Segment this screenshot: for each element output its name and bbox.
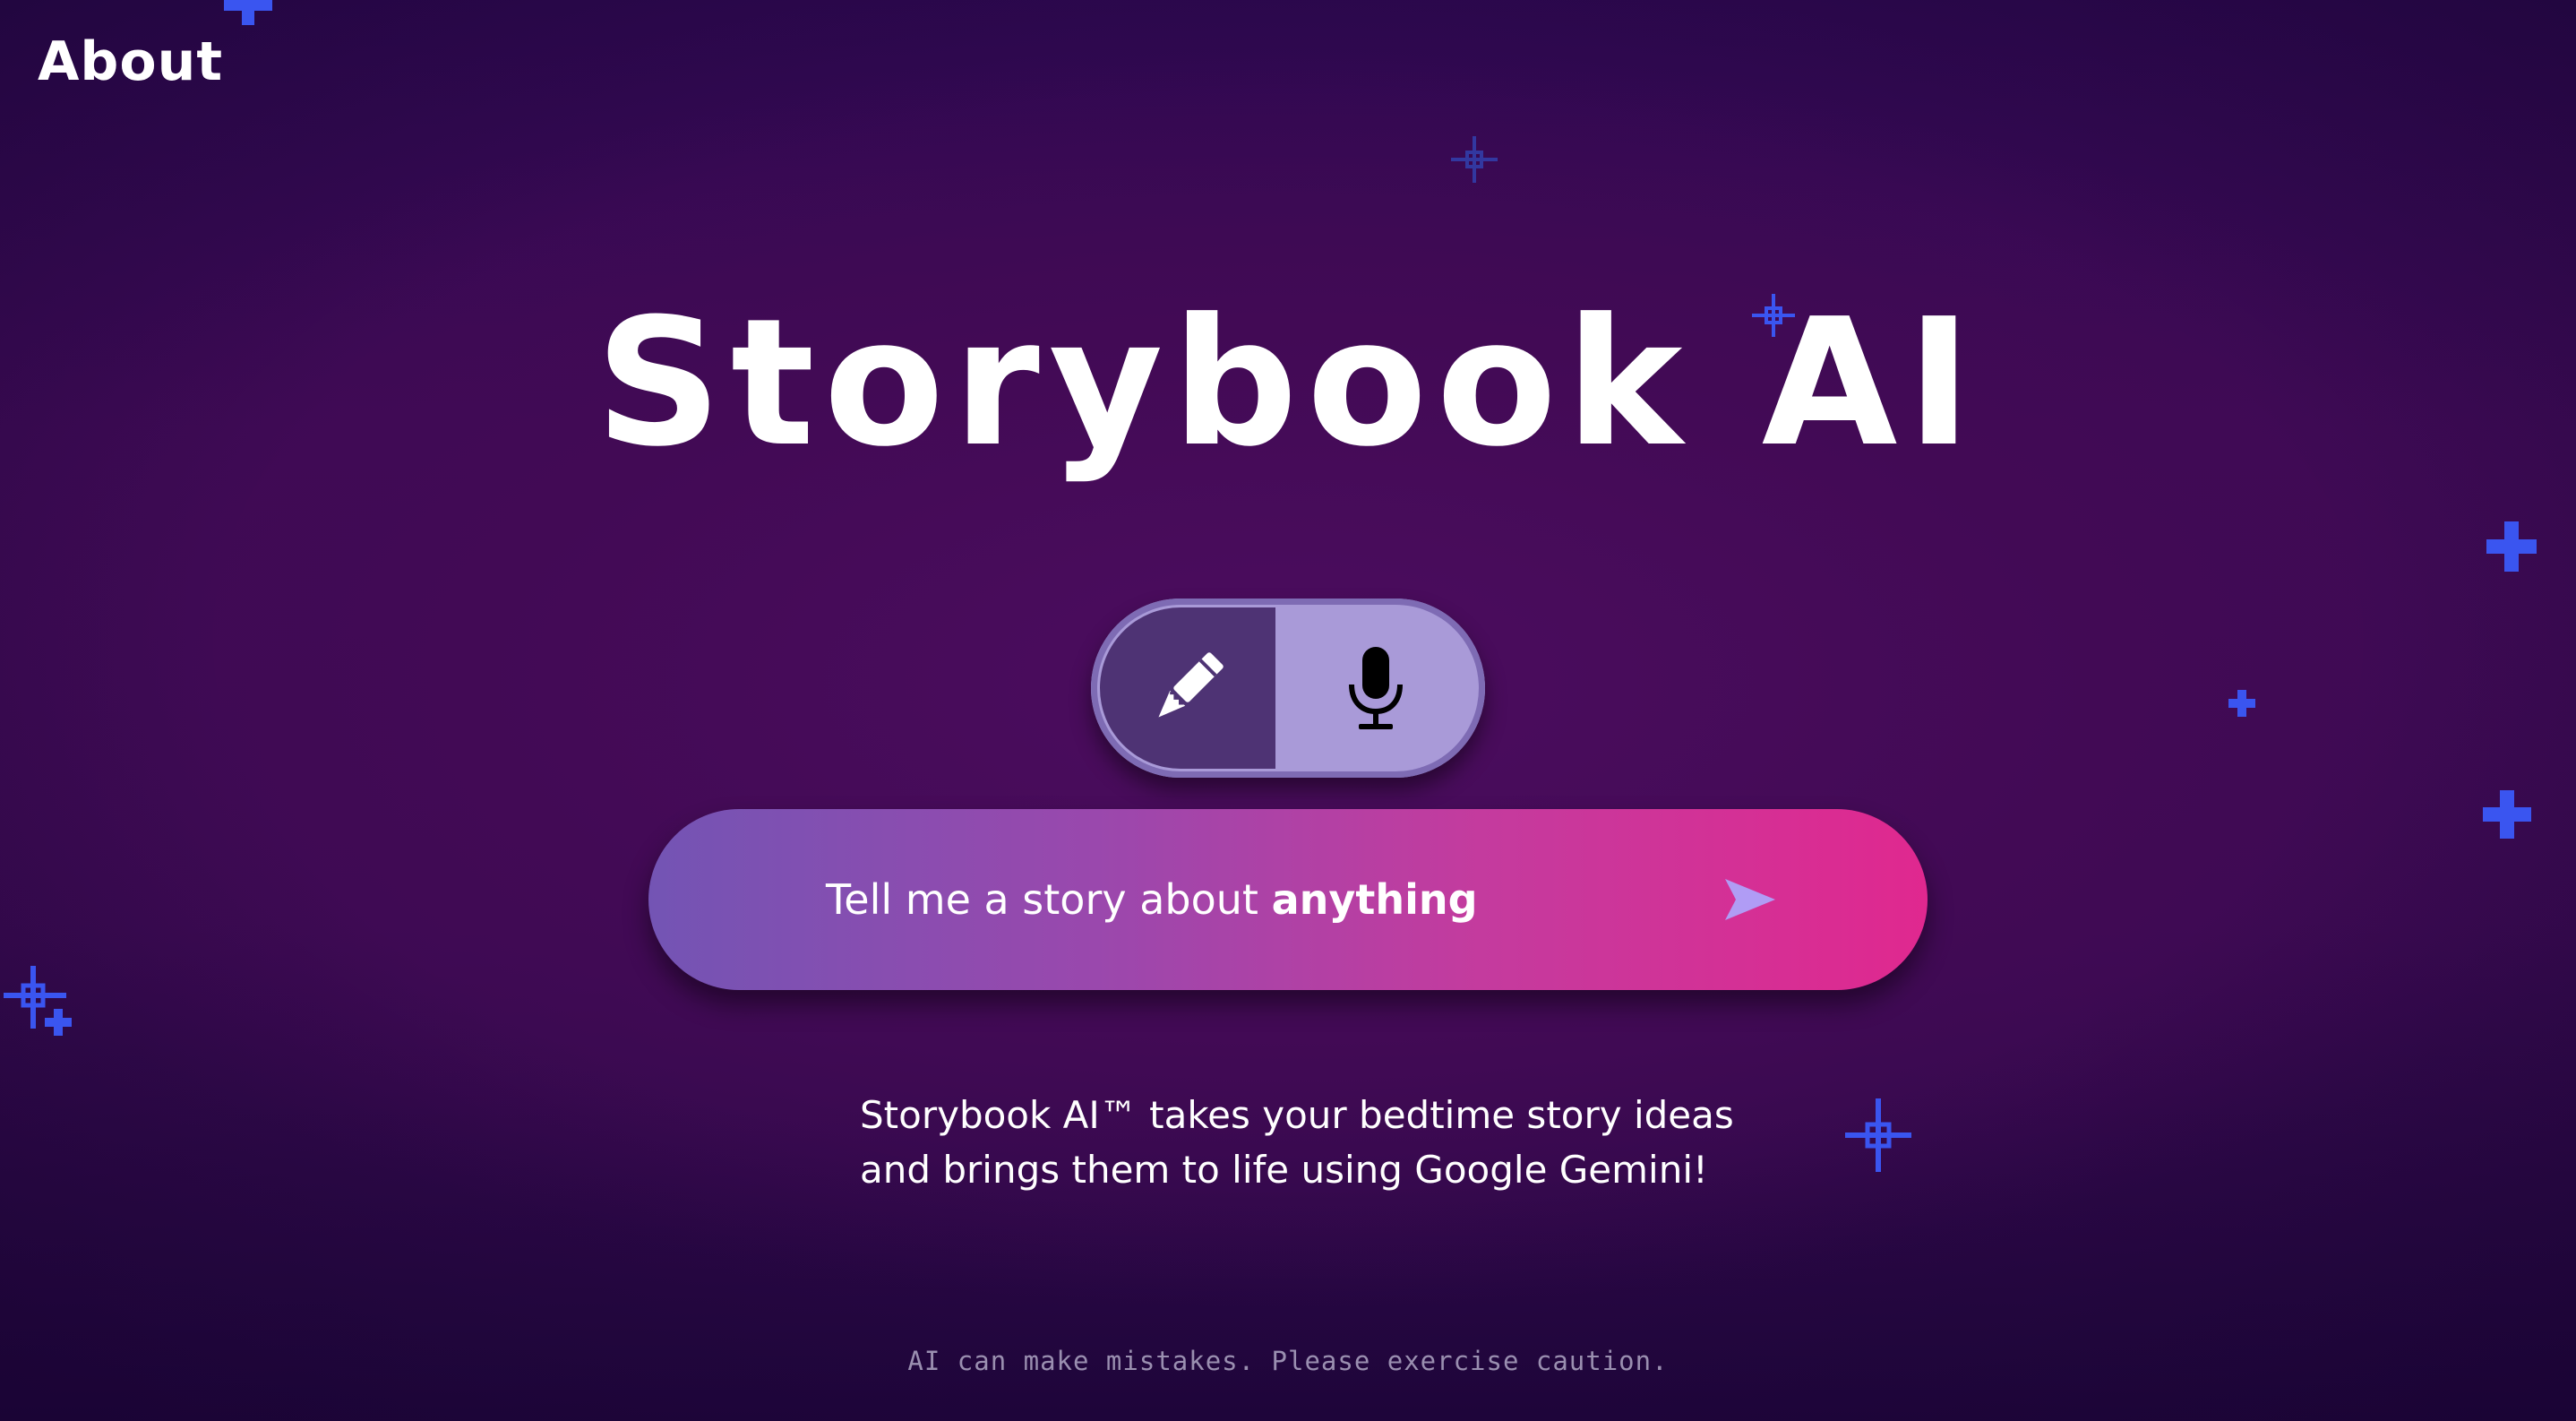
write-mode-button[interactable] — [1100, 607, 1275, 769]
story-prompt-input[interactable]: Tell me a story about anything — [826, 809, 1478, 990]
sparkle-icon — [1451, 136, 1498, 183]
pencil-icon — [1158, 652, 1224, 718]
sparkle-icon — [1845, 1098, 1911, 1172]
sparkle-icon — [2228, 690, 2255, 717]
prompt-text-emphasis: anything — [1271, 875, 1478, 924]
app-description: Storybook AI™ takes your bedtime story i… — [860, 1088, 1756, 1197]
send-arrow-icon — [1725, 879, 1775, 920]
sparkle-icon — [224, 0, 272, 25]
description-line-2: and brings them to life using Google Gem… — [860, 1148, 1708, 1192]
sparkle-icon — [2486, 521, 2537, 572]
page-title: Storybook AI — [595, 281, 1981, 486]
input-mode-toggle — [1091, 599, 1485, 778]
story-prompt-bar[interactable]: Tell me a story about anything — [648, 809, 1928, 990]
sparkle-icon — [45, 1009, 72, 1036]
send-button[interactable] — [1705, 863, 1795, 936]
prompt-text-prefix: Tell me a story about — [826, 875, 1272, 924]
about-link[interactable]: About — [38, 30, 223, 93]
ai-disclaimer: AI can make mistakes. Please exercise ca… — [907, 1346, 1669, 1376]
microphone-icon — [1349, 647, 1403, 729]
sparkle-icon — [2483, 790, 2531, 839]
description-line-1: Storybook AI™ takes your bedtime story i… — [860, 1093, 1734, 1137]
voice-mode-button[interactable] — [1275, 607, 1476, 769]
